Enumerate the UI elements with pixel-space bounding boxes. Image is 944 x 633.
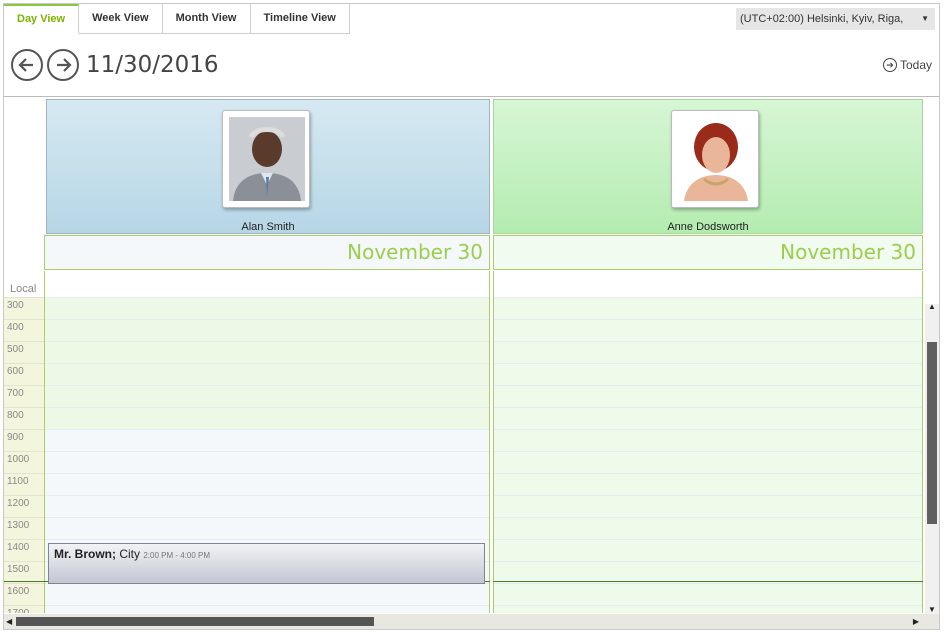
- hour-label: 600: [4, 363, 44, 385]
- time-slot[interactable]: [45, 341, 489, 363]
- tab-timeline-view[interactable]: Timeline View: [250, 4, 350, 34]
- time-slot[interactable]: [45, 473, 489, 495]
- appointment[interactable]: Mr. Brown; City 2:00 PM - 4:00 PM: [48, 543, 485, 584]
- resource-name: Anne Dodsworth: [667, 221, 749, 233]
- time-slot[interactable]: [45, 583, 489, 605]
- arrow-left-icon: [18, 58, 33, 72]
- vertical-scrollbar[interactable]: ▲ ▼: [925, 302, 939, 616]
- hour-label: 1600: [4, 583, 44, 605]
- chevron-down-icon: ▼: [921, 14, 929, 23]
- time-slot[interactable]: [45, 429, 489, 451]
- hour-label: 1700: [4, 605, 44, 613]
- time-slot[interactable]: [45, 363, 489, 385]
- time-slot[interactable]: [494, 429, 922, 451]
- scroll-left-icon[interactable]: ◀: [6, 617, 12, 626]
- scrollbar-thumb[interactable]: [927, 342, 937, 524]
- horizontal-scrollbar[interactable]: ◀ ▶: [4, 614, 939, 629]
- view-tabs: Day View Week View Month View Timeline V…: [4, 4, 350, 34]
- hour-label: 1200: [4, 495, 44, 517]
- avatar: [671, 110, 759, 208]
- time-slot[interactable]: [45, 517, 489, 539]
- time-slot[interactable]: [45, 605, 489, 613]
- time-slot[interactable]: [494, 583, 922, 605]
- appointment-location: City: [119, 547, 141, 561]
- day-header[interactable]: November 30: [44, 235, 490, 270]
- resource-header-anne-dodsworth: Anne Dodsworth: [493, 99, 923, 234]
- time-slot[interactable]: [494, 605, 922, 613]
- time-grid: Local 300 400 500 600 700 800 900 1000 1100 1200 1…: [4, 271, 924, 613]
- time-slot[interactable]: [494, 495, 922, 517]
- hour-label: 1300: [4, 517, 44, 539]
- time-slot[interactable]: [494, 297, 922, 319]
- timezone-select[interactable]: (UTC+02:00) Helsinki, Kyiv, Riga, ▼: [736, 8, 935, 30]
- time-slot[interactable]: [494, 539, 922, 561]
- date-navigation: 11/30/2016 ➔ Today: [4, 35, 939, 97]
- avatar: [222, 110, 310, 208]
- current-date: 11/30/2016: [86, 52, 219, 78]
- time-slot[interactable]: [45, 451, 489, 473]
- hour-label: 400: [4, 319, 44, 341]
- scheduler: Day View Week View Month View Timeline V…: [3, 3, 940, 630]
- time-slot[interactable]: [45, 297, 489, 319]
- today-button[interactable]: ➔ Today: [882, 58, 932, 72]
- hour-label: 800: [4, 407, 44, 429]
- appointment-time: 2:00 PM - 4:00 PM: [143, 551, 211, 560]
- next-button[interactable]: [47, 49, 79, 81]
- day-header[interactable]: November 30: [493, 235, 923, 270]
- previous-button[interactable]: [11, 49, 43, 81]
- current-time-line: [493, 581, 923, 582]
- time-slot[interactable]: [45, 495, 489, 517]
- time-slot[interactable]: [45, 319, 489, 341]
- hour-label: 1100: [4, 473, 44, 495]
- scroll-down-icon[interactable]: ▼: [928, 605, 936, 614]
- hour-label: 500: [4, 341, 44, 363]
- hour-label: 1000: [4, 451, 44, 473]
- tab-day-view[interactable]: Day View: [4, 4, 80, 34]
- time-slot[interactable]: [45, 385, 489, 407]
- resource-header-alan-smith: Alan Smith: [46, 99, 490, 234]
- appointment-title: Mr. Brown;: [54, 547, 116, 561]
- tab-week-view[interactable]: Week View: [79, 4, 163, 34]
- time-slot[interactable]: [494, 561, 922, 583]
- time-slot[interactable]: [494, 473, 922, 495]
- time-slot[interactable]: [494, 385, 922, 407]
- time-slot[interactable]: [494, 517, 922, 539]
- time-slot[interactable]: [494, 451, 922, 473]
- tab-month-view[interactable]: Month View: [162, 4, 251, 34]
- hour-label: 1400: [4, 539, 44, 561]
- hour-label: 900: [4, 429, 44, 451]
- hour-label: 1500: [4, 561, 44, 583]
- hour-label: 300: [4, 297, 44, 319]
- time-slot[interactable]: [45, 407, 489, 429]
- arrow-right-circle-icon: ➔: [882, 58, 897, 72]
- time-slot[interactable]: [494, 407, 922, 429]
- time-slot[interactable]: [494, 341, 922, 363]
- time-slot[interactable]: [494, 363, 922, 385]
- scrollbar-thumb[interactable]: [16, 617, 374, 626]
- hour-label: 700: [4, 385, 44, 407]
- today-label: Today: [899, 58, 932, 72]
- resource-name: Alan Smith: [241, 221, 295, 233]
- arrow-right-icon: [57, 58, 72, 72]
- time-slot[interactable]: [494, 319, 922, 341]
- person-photo: [229, 117, 305, 201]
- person-photo: [678, 117, 754, 201]
- timezone-value: (UTC+02:00) Helsinki, Kyiv, Riga,: [740, 13, 904, 25]
- timezone-label: Local: [10, 283, 37, 295]
- resource-column-anne-dodsworth[interactable]: [493, 271, 923, 613]
- time-ruler: Local 300 400 500 600 700 800 900 1000 1100 1200 1…: [4, 271, 44, 613]
- scroll-up-icon[interactable]: ▲: [928, 302, 936, 311]
- scroll-right-icon[interactable]: ▶: [913, 617, 919, 626]
